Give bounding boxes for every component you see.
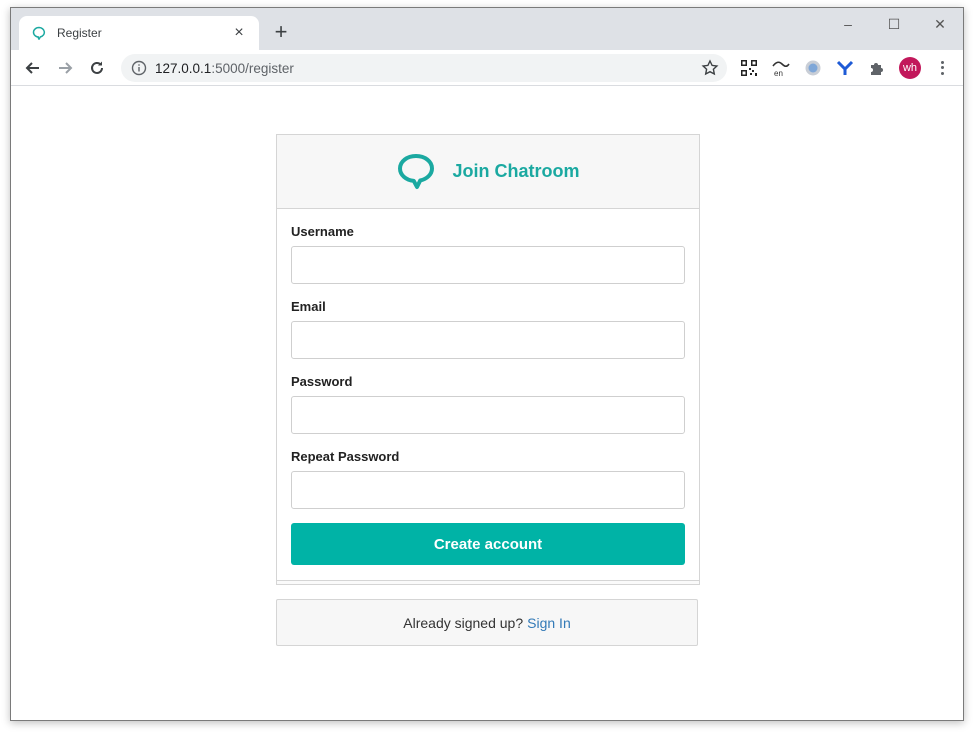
url-host: 127.0.0.1 xyxy=(155,60,212,76)
browser-toolbar: 127.0.0.1:5000/register en wh xyxy=(11,50,963,86)
card-header: Join Chatroom xyxy=(277,135,699,209)
window-close-icon[interactable]: ✕ xyxy=(917,12,963,36)
url-text: 127.0.0.1:5000/register xyxy=(155,61,294,76)
reload-icon[interactable] xyxy=(81,54,113,82)
circle-extension-icon[interactable] xyxy=(803,58,823,78)
username-label: Username xyxy=(291,224,354,239)
forward-arrow-icon[interactable] xyxy=(49,54,81,82)
repeat-password-field[interactable] xyxy=(291,471,685,509)
email-field[interactable] xyxy=(291,321,685,359)
signin-prompt: Already signed up? xyxy=(403,614,524,631)
tab-title: Register xyxy=(57,26,102,40)
profile-avatar[interactable]: wh xyxy=(899,57,921,79)
password-field[interactable] xyxy=(291,396,685,434)
card-bottom-divider xyxy=(277,580,699,584)
bookmark-star-icon[interactable] xyxy=(701,59,719,77)
password-label: Password xyxy=(291,374,353,389)
new-tab-plus-icon[interactable]: + xyxy=(269,21,293,45)
signin-panel: Already signed up? Sign In xyxy=(276,599,698,646)
create-account-button[interactable]: Create account xyxy=(291,523,685,565)
url-path: :5000/register xyxy=(211,60,294,76)
back-arrow-icon[interactable] xyxy=(17,54,49,82)
sign-in-link[interactable]: Sign In xyxy=(527,615,571,631)
register-form: Username Email Password Repeat Password … xyxy=(277,209,699,565)
card-title: Join Chatroom xyxy=(452,161,580,181)
browser-window: Register × + – ☐ ✕ 127.0.0.1:5000/regist… xyxy=(10,7,964,721)
ext-en-label: en xyxy=(774,69,783,78)
y-extension-icon[interactable] xyxy=(835,58,855,78)
minimize-icon[interactable]: – xyxy=(825,12,871,36)
maximize-icon[interactable]: ☐ xyxy=(871,12,917,36)
kebab-menu-icon[interactable] xyxy=(936,58,948,78)
address-bar[interactable]: 127.0.0.1:5000/register xyxy=(121,54,727,82)
translate-extension-icon[interactable]: en xyxy=(771,58,791,78)
chat-bubble-logo-icon xyxy=(396,152,436,192)
close-icon[interactable]: × xyxy=(231,25,247,41)
email-label: Email xyxy=(291,299,326,314)
qr-code-icon[interactable] xyxy=(739,58,759,78)
page-content: Join Chatroom Username Email Password Re… xyxy=(11,87,963,720)
tab-register[interactable]: Register × xyxy=(19,16,259,50)
chat-bubble-icon xyxy=(31,25,47,41)
info-icon[interactable] xyxy=(131,60,147,76)
username-field[interactable] xyxy=(291,246,685,284)
register-card: Join Chatroom Username Email Password Re… xyxy=(276,134,700,585)
repeat-password-label: Repeat Password xyxy=(291,449,400,464)
tab-strip: Register × + – ☐ ✕ xyxy=(11,8,963,50)
puzzle-extensions-icon[interactable] xyxy=(867,58,887,78)
